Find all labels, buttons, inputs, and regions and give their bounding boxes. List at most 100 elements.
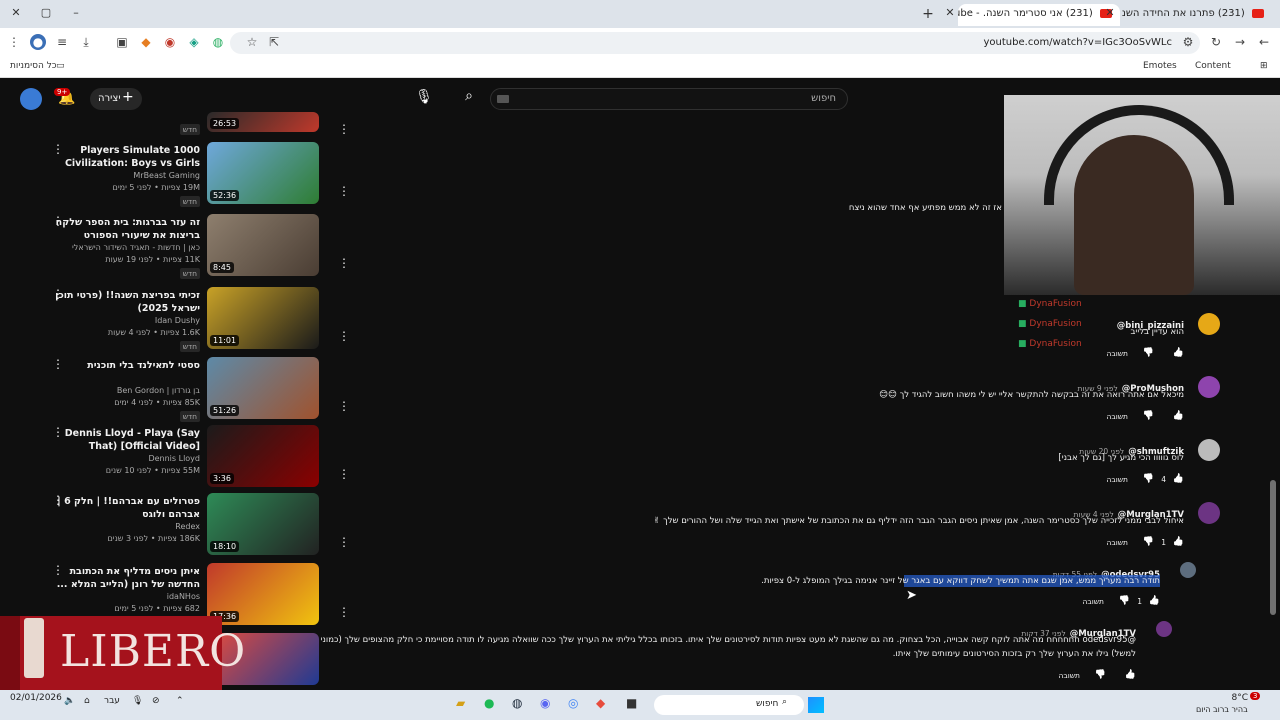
content-bookmark[interactable]: Content [1195,61,1231,71]
like-icon[interactable]: 👍 [1173,474,1184,484]
commenter-avatar[interactable] [1198,502,1220,524]
steam-icon[interactable]: ◍ [512,696,522,710]
share-icon[interactable]: ⇱ [266,34,282,50]
forward-icon[interactable]: → [1232,34,1248,50]
close-tab-icon[interactable]: ✕ [940,6,960,22]
dislike-icon[interactable]: 👎 [1143,348,1154,358]
reply-button[interactable]: תשובה [1106,538,1128,547]
site-settings-icon[interactable]: ⚙ [1180,34,1196,50]
extension-icon[interactable]: ◉ [162,34,178,50]
chrome-icon[interactable]: ◎ [568,696,578,710]
dislike-icon[interactable]: 👎 [1143,411,1154,421]
account-avatar[interactable] [20,88,42,110]
dislike-icon[interactable]: 👎 [1095,670,1106,680]
video-title[interactable]: זכיתי בפריצת השנה!! (פרטי תוכן ישראל 202… [50,289,200,315]
more-options-icon[interactable]: ⋮ [338,184,350,198]
emotes-bookmark[interactable]: Emotes [1143,61,1177,71]
back-icon[interactable]: ← [1256,34,1272,50]
video-title[interactable]: זה עזר בברגות: בית הספר שלקח בריצות את ש… [50,216,200,242]
video-menu-icon[interactable]: ⋮ [52,425,64,439]
keyboard-icon[interactable] [497,95,509,103]
video-title[interactable]: 1000 Players Simulate Civilization: Boys… [50,144,200,170]
all-bookmarks-link[interactable]: כל הסימניות [10,61,57,71]
media-icon[interactable]: ≡ [54,34,70,50]
url-text[interactable]: youtube.com/watch?v=IGc3OoSvWLc [984,37,1172,48]
video-title[interactable]: פטרולים עם אברהם!! | חלק 6 | אברהם ולוגס [50,495,200,521]
video-thumbnail[interactable]: 8:45 [207,214,319,276]
maximize-window-icon[interactable]: ▢ [36,6,56,22]
dislike-icon[interactable]: 👎 [1143,474,1154,484]
video-thumbnail[interactable]: 11:01 [207,287,319,349]
network-icon[interactable]: ⌂ [84,696,90,706]
start-windows-icon[interactable] [808,697,824,713]
dislike-icon[interactable]: 👎 [1119,596,1130,606]
volume-icon[interactable]: 🔈 [64,696,75,706]
mic-icon[interactable]: 🎙 [132,696,143,706]
video-thumbnail[interactable]: 52:36 [207,142,319,204]
more-options-icon[interactable]: ⋮ [338,605,350,619]
reply-button[interactable]: תשובה [1058,671,1080,680]
reply-button[interactable]: תשובה [1106,475,1128,484]
video-title[interactable]: ססטי לתאילנד בלי תוכנית [50,359,200,372]
video-channel[interactable]: Idan Dushy [155,316,200,325]
reply-button[interactable]: תשובה [1106,412,1128,421]
more-options-icon[interactable]: ⋮ [338,256,350,270]
scrollbar-thumb[interactable] [1270,480,1276,615]
like-icon[interactable]: 👍 [1173,348,1184,358]
microphone-icon[interactable]: 🎙 [414,89,434,105]
reply-button[interactable]: תשובה [1106,349,1128,358]
more-options-icon[interactable]: ⋮ [338,399,350,413]
commenter-avatar[interactable] [1198,313,1220,335]
commenter-avatar[interactable] [1198,439,1220,461]
more-options-icon[interactable]: ⋮ [338,535,350,549]
video-title[interactable]: איתן ניסים מדליף את הכתובת החדשה של רונן… [50,565,200,591]
app-icon[interactable]: ■ [626,696,637,710]
extension-icon[interactable]: ◆ [138,34,154,50]
extensions-icon[interactable]: ▣ [114,34,130,50]
video-channel[interactable]: idaNHos [167,592,200,601]
commenter-avatar[interactable] [1180,562,1196,578]
video-thumbnail[interactable]: 3:36 [207,425,319,487]
video-title[interactable]: Dennis Lloyd - Playa (Say That) [Officia… [50,427,200,453]
video-menu-icon[interactable]: ⋮ [52,563,64,577]
discord-icon[interactable]: ◉ [540,696,550,710]
search-icon[interactable]: ⌕ [458,88,480,104]
tray-chevron-icon[interactable]: ⌃ [176,696,184,706]
apps-icon[interactable]: ⊞ [1260,61,1268,71]
video-menu-icon[interactable]: ⋮ [52,142,64,156]
video-menu-icon[interactable]: ⋮ [52,357,64,371]
bookmark-star-icon[interactable]: ☆ [244,34,260,50]
menu-icon[interactable]: ⋮ [6,34,22,50]
reply-button[interactable]: תשובה [1082,597,1104,606]
file-explorer-icon[interactable]: ▰ [456,696,465,710]
app-icon[interactable]: ◆ [596,696,605,710]
search-input[interactable] [490,88,848,110]
language-indicator[interactable]: עבר [104,696,120,706]
spotify-icon[interactable]: ● [484,696,494,710]
like-icon[interactable]: 👍 [1125,670,1136,680]
video-thumbnail[interactable]: 51:26 [207,357,319,419]
video-thumbnail[interactable]: 18:10 [207,493,319,555]
like-icon[interactable]: 👍 [1173,411,1184,421]
more-options-icon[interactable]: ⋮ [338,122,350,136]
tab-active[interactable]: (231) אני סטרימר השנה. - YouTube [958,4,1120,26]
video-channel[interactable]: MrBeast Gaming [133,171,200,180]
more-options-icon[interactable]: ⋮ [338,467,350,481]
more-options-icon[interactable]: ⋮ [338,329,350,343]
new-tab-icon[interactable]: + [918,6,938,22]
reload-icon[interactable]: ↻ [1208,34,1224,50]
dislike-icon[interactable]: 👎 [1143,537,1154,547]
video-channel[interactable]: כאן | חדשות - תאגיד השידור הישראלי [72,243,200,252]
extension-icon[interactable]: ◍ [210,34,226,50]
commenter-avatar[interactable] [1156,621,1172,637]
close-window-icon[interactable]: ✕ [6,6,26,22]
ad-banner[interactable]: LIBERO [0,616,245,696]
video-channel[interactable]: Dennis Lloyd [148,454,200,463]
download-icon[interactable]: ⤓ [78,34,94,50]
video-channel[interactable]: בן גורדון | Ben Gordon [117,386,200,395]
close-tab-icon[interactable]: ✕ [1100,6,1120,22]
commenter-avatar[interactable] [1198,376,1220,398]
tab-inactive[interactable]: (231) פתרנו את החידה השנתית [1122,4,1272,26]
video-thumbnail[interactable]: 17:36 [207,563,319,625]
video-menu-icon[interactable]: ⋮ [52,493,64,507]
